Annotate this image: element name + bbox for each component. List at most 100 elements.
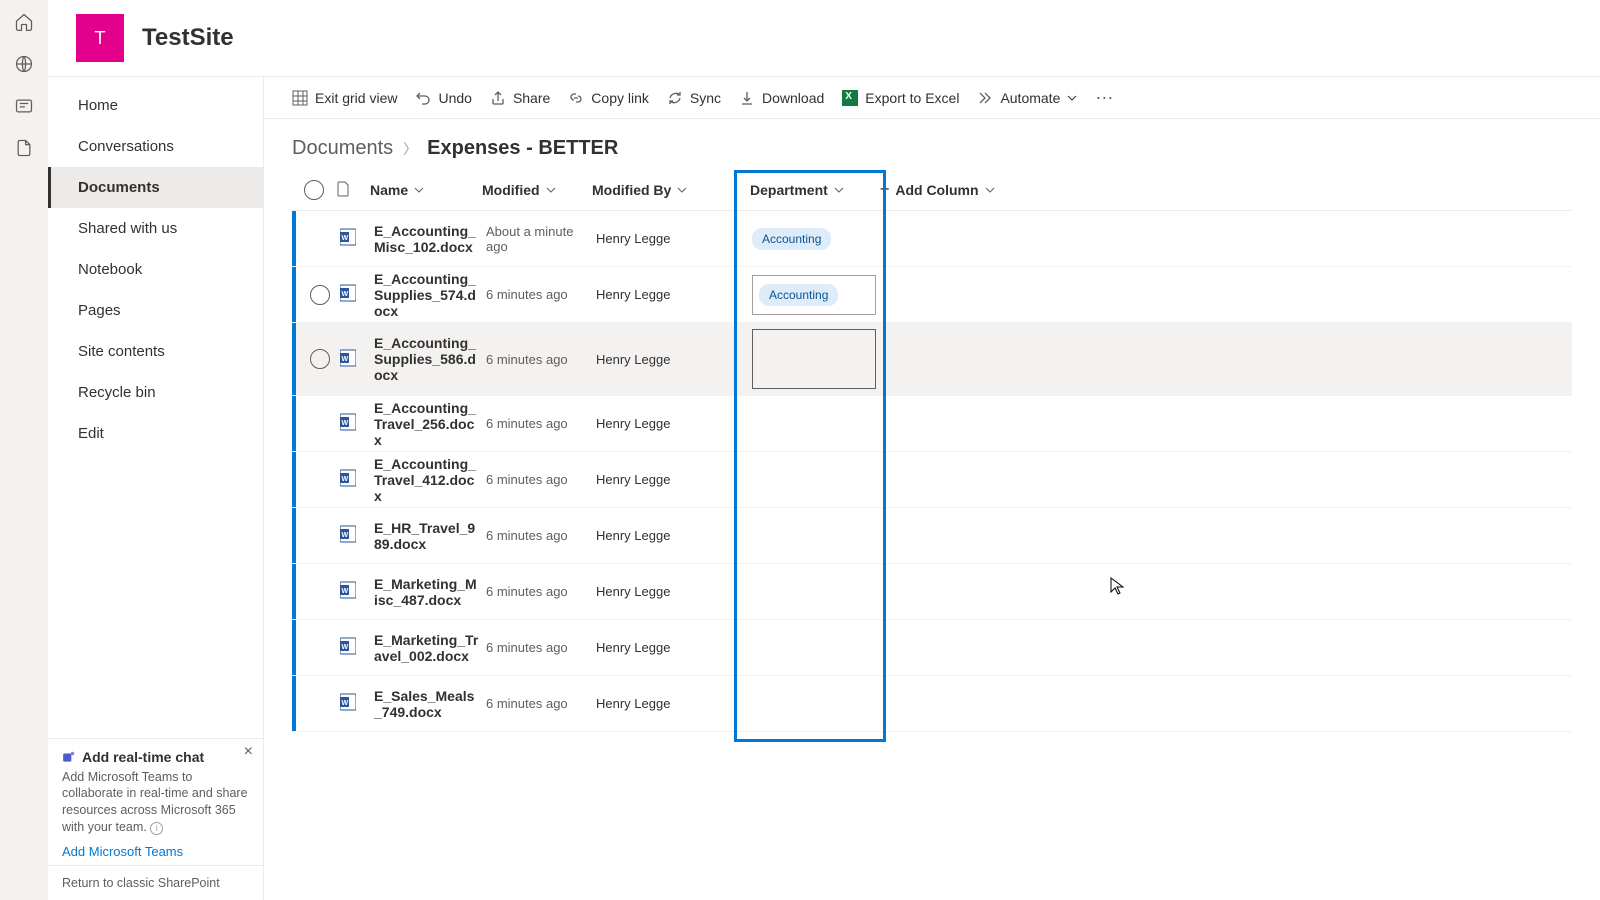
table-row[interactable]: W E_Accounting_Travel_256.docx 6 minutes… [292, 396, 1572, 452]
department-cell[interactable] [744, 323, 884, 395]
site-title: TestSite [142, 24, 234, 52]
share-button[interactable]: Share [490, 90, 550, 106]
promo-title: Add real-time chat [82, 749, 204, 765]
nav-item-recycle-bin[interactable]: Recycle bin [48, 372, 263, 413]
modified-by: Henry Legge [596, 416, 744, 431]
department-cell-editing[interactable]: Accounting [752, 275, 876, 315]
teams-promo: × Add real-time chat Add Microsoft Teams… [48, 738, 263, 866]
table-row[interactable]: W E_Marketing_Misc_487.docx 6 minutes ag… [292, 564, 1572, 620]
add-teams-link[interactable]: Add Microsoft Teams [62, 844, 183, 859]
row-checkbox[interactable] [310, 349, 330, 369]
file-icon[interactable] [14, 138, 34, 158]
svg-text:W: W [342, 420, 349, 427]
nav-item-pages[interactable]: Pages [48, 290, 263, 331]
news-icon[interactable] [14, 96, 34, 116]
department-cell[interactable] [744, 418, 884, 430]
exit-grid-button[interactable]: Exit grid view [292, 90, 397, 106]
nav-item-documents[interactable]: Documents [48, 167, 263, 208]
file-name[interactable]: E_HR_Travel_989.docx [374, 520, 486, 552]
site-logo[interactable]: T [76, 14, 124, 62]
nav-item-shared-with-us[interactable]: Shared with us [48, 208, 263, 249]
row-handle [292, 452, 296, 507]
svg-text:W: W [342, 356, 349, 363]
export-excel-button[interactable]: Export to Excel [842, 90, 959, 106]
globe-icon[interactable] [14, 54, 34, 74]
department-cell[interactable] [744, 474, 884, 486]
row-handle [292, 211, 296, 266]
file-name[interactable]: E_Accounting_Travel_256.docx [374, 400, 486, 448]
row-checkbox[interactable] [310, 285, 330, 305]
download-button[interactable]: Download [739, 90, 824, 106]
department-cell[interactable] [744, 698, 884, 710]
nav-item-edit[interactable]: Edit [48, 413, 263, 454]
file-name[interactable]: E_Accounting_Supplies_574.docx [374, 271, 486, 319]
link-icon [568, 90, 584, 106]
file-name[interactable]: E_Accounting_Misc_102.docx [374, 223, 486, 255]
modified-time: 6 minutes ago [486, 416, 596, 431]
left-nav: HomeConversationsDocumentsShared with us… [48, 77, 264, 900]
select-all-checkbox[interactable] [304, 180, 324, 200]
grid-header: Name Modified Modified By Department +Ad… [292, 170, 1572, 211]
file-name[interactable]: E_Accounting_Supplies_586.docx [374, 335, 486, 383]
plus-icon: + [880, 181, 889, 199]
table-row[interactable]: W E_HR_Travel_989.docx 6 minutes ago Hen… [292, 508, 1572, 564]
breadcrumb: Documents 〉 Expenses - BETTER [264, 119, 1600, 170]
word-doc-icon: W [340, 283, 356, 303]
teams-icon [62, 750, 76, 764]
department-tag: Accounting [752, 228, 831, 250]
nav-item-site-contents[interactable]: Site contents [48, 331, 263, 372]
department-cell[interactable] [744, 642, 884, 654]
modified-column-header[interactable]: Modified [482, 182, 592, 198]
nav-item-notebook[interactable]: Notebook [48, 249, 263, 290]
filetype-header-icon [336, 181, 350, 197]
undo-button[interactable]: Undo [415, 90, 471, 106]
excel-icon [842, 90, 858, 106]
file-name[interactable]: E_Marketing_Travel_002.docx [374, 632, 486, 664]
table-row[interactable]: W E_Sales_Meals_749.docx 6 minutes ago H… [292, 676, 1572, 732]
more-actions-button[interactable]: ··· [1095, 87, 1113, 108]
name-column-header[interactable]: Name [370, 182, 482, 198]
svg-text:W: W [342, 235, 349, 242]
modifiedby-column-header[interactable]: Modified By [592, 182, 740, 198]
table-row[interactable]: W E_Accounting_Supplies_574.docx 6 minut… [292, 267, 1572, 323]
undo-icon [415, 90, 431, 106]
department-cell[interactable]: Accounting [744, 269, 884, 321]
file-name[interactable]: E_Accounting_Travel_412.docx [374, 456, 486, 504]
breadcrumb-root[interactable]: Documents [292, 137, 393, 160]
return-classic-link[interactable]: Return to classic SharePoint [48, 865, 263, 900]
table-row[interactable]: W E_Accounting_Misc_102.docx About a min… [292, 211, 1572, 267]
table-row[interactable]: W E_Marketing_Travel_002.docx 6 minutes … [292, 620, 1572, 676]
word-doc-icon: W [340, 636, 356, 656]
chevron-down-icon [414, 185, 424, 195]
nav-item-conversations[interactable]: Conversations [48, 126, 263, 167]
close-icon[interactable]: × [244, 743, 253, 761]
department-column-header[interactable]: Department [740, 182, 880, 198]
modified-time: 6 minutes ago [486, 528, 596, 543]
info-icon[interactable]: i [150, 822, 163, 835]
table-row[interactable]: W E_Accounting_Supplies_586.docx 6 minut… [292, 323, 1572, 396]
add-column-button[interactable]: +Add Column [880, 181, 1010, 199]
department-cell[interactable] [744, 530, 884, 542]
department-cell[interactable]: Accounting [744, 222, 884, 256]
row-handle [292, 323, 296, 395]
svg-text:W: W [342, 644, 349, 651]
copylink-button[interactable]: Copy link [568, 90, 649, 106]
svg-text:W: W [342, 476, 349, 483]
nav-item-home[interactable]: Home [48, 85, 263, 126]
home-icon[interactable] [14, 12, 34, 32]
modified-by: Henry Legge [596, 472, 744, 487]
department-cell[interactable] [744, 586, 884, 598]
modified-by: Henry Legge [596, 696, 744, 711]
modified-by: Henry Legge [596, 584, 744, 599]
app-rail [0, 0, 48, 900]
department-cell-editing[interactable] [752, 329, 876, 389]
modified-time: 6 minutes ago [486, 352, 596, 367]
file-name[interactable]: E_Marketing_Misc_487.docx [374, 576, 486, 608]
file-name[interactable]: E_Sales_Meals_749.docx [374, 688, 486, 720]
breadcrumb-current: Expenses - BETTER [427, 137, 618, 160]
word-doc-icon: W [340, 692, 356, 712]
sync-button[interactable]: Sync [667, 90, 721, 106]
row-handle [292, 267, 296, 322]
table-row[interactable]: W E_Accounting_Travel_412.docx 6 minutes… [292, 452, 1572, 508]
automate-button[interactable]: Automate [977, 90, 1077, 106]
